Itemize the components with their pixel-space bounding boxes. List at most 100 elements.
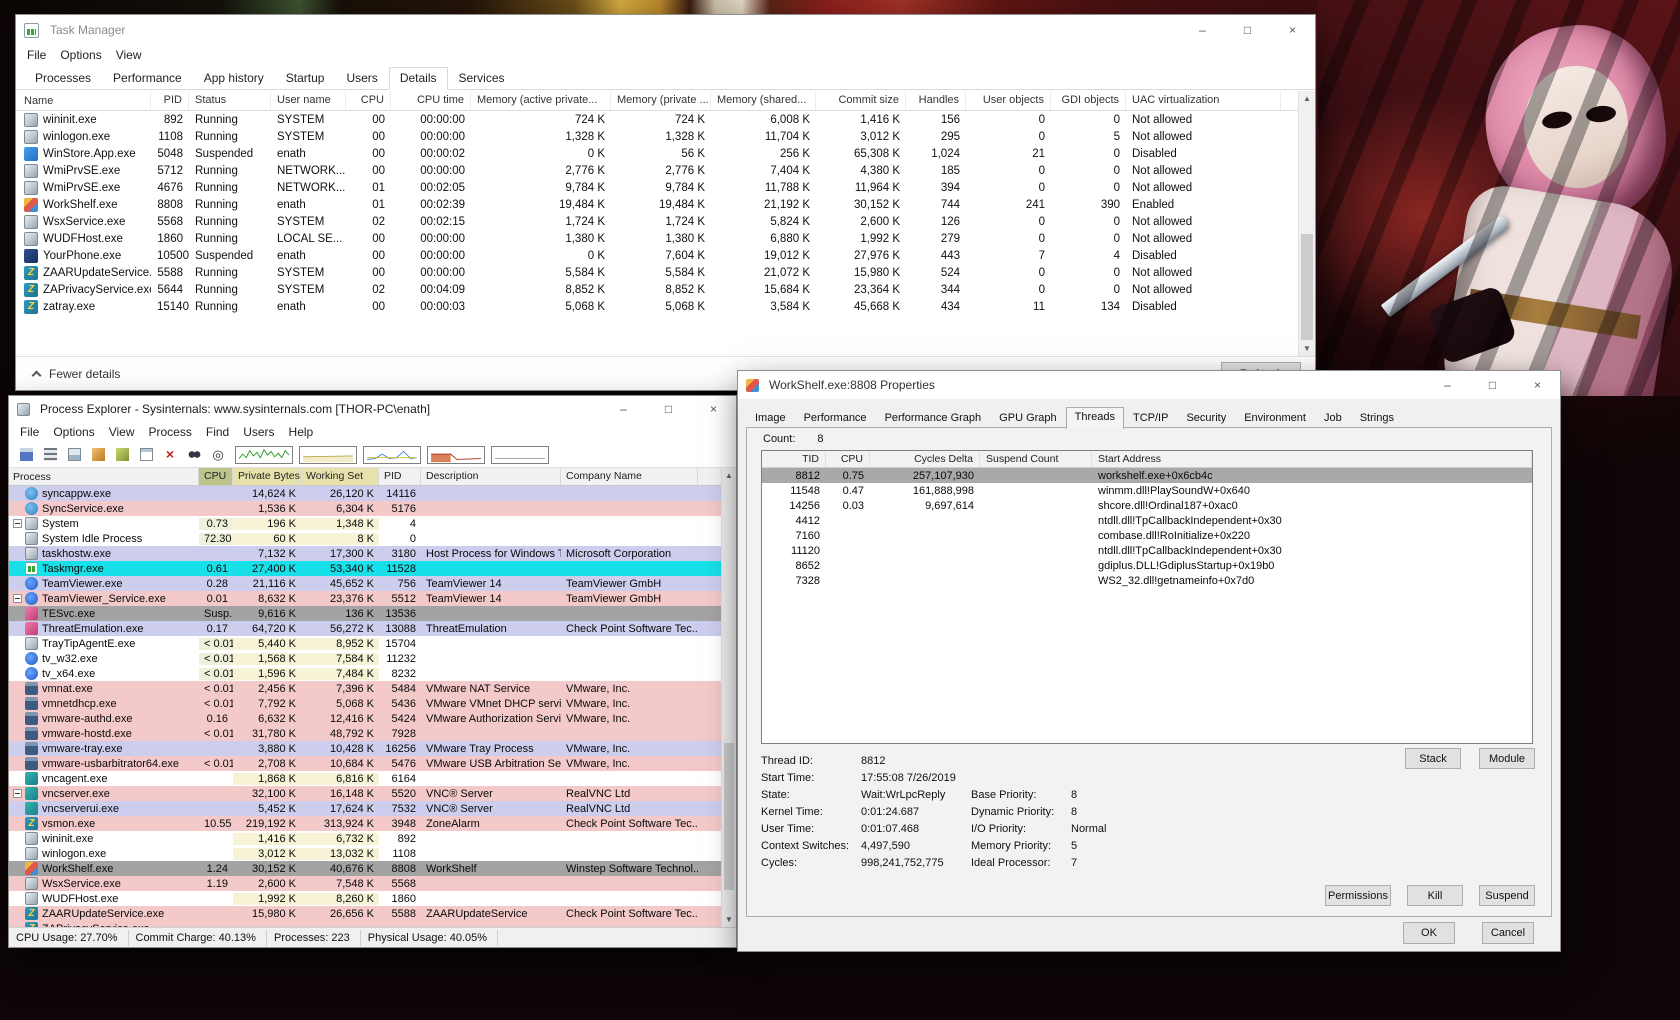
commit-history-graph[interactable] (299, 446, 357, 464)
table-row[interactable]: WmiPrvSE.exe 5712 Running NETWORK... 00 … (16, 162, 1315, 179)
menu-item[interactable]: Options (53, 46, 108, 64)
column-header-suspend-count[interactable]: Suspend Count (980, 451, 1092, 468)
column-header-status[interactable]: Status (189, 91, 271, 110)
column-header-name[interactable]: Name (16, 91, 151, 110)
column-header-cpu[interactable]: CPU (199, 468, 233, 486)
column-header-memory-active-private[interactable]: Memory (active private... (471, 91, 611, 110)
table-row[interactable]: ThreatEmulation.exe 0.17 64,720 K 56,272… (9, 621, 736, 636)
table-row[interactable]: vmnat.exe < 0.01 2,456 K 7,396 K 5484 VM… (9, 681, 736, 696)
view-handles-icon[interactable] (111, 445, 133, 465)
table-row[interactable]: tv_x64.exe < 0.01 1,596 K 7,484 K 8232 (9, 666, 736, 681)
column-header-uac-virtualization[interactable]: UAC virtualization (1126, 91, 1281, 110)
titlebar[interactable]: Task Manager – □ × (16, 15, 1315, 45)
table-row[interactable]: WsxService.exe 1.19 2,600 K 7,548 K 5568 (9, 876, 736, 891)
tree-toggle[interactable] (13, 594, 22, 603)
table-row[interactable]: System 0.73 196 K 1,348 K 4 (9, 516, 736, 531)
minimize-button[interactable]: – (1425, 371, 1470, 399)
table-row[interactable]: wininit.exe 1,416 K 6,732 K 892 (9, 831, 736, 846)
minimize-button[interactable]: – (601, 396, 646, 422)
column-header-cpu-time[interactable]: CPU time (391, 91, 471, 110)
scroll-thumb[interactable] (1301, 234, 1313, 340)
scroll-down-arrow[interactable]: ▼ (722, 912, 736, 927)
table-row[interactable]: vncagent.exe 1,868 K 6,816 K 6164 (9, 771, 736, 786)
cpu-history-graph[interactable] (235, 446, 293, 464)
table-row[interactable]: WsxService.exe 5568 Running SYSTEM 02 00… (16, 213, 1315, 230)
maximize-button[interactable]: □ (1225, 15, 1270, 45)
column-header-pid[interactable]: PID (151, 91, 189, 110)
tree-toggle[interactable] (13, 789, 22, 798)
find-window-icon[interactable]: ◎ (207, 445, 229, 465)
close-button[interactable]: × (691, 396, 736, 422)
table-row[interactable]: tv_w32.exe < 0.01 1,568 K 7,584 K 11232 (9, 651, 736, 666)
save-icon[interactable] (15, 445, 37, 465)
kill-button[interactable]: Kill (1407, 885, 1463, 906)
close-button[interactable]: × (1515, 371, 1560, 399)
cancel-button[interactable]: Cancel (1482, 922, 1534, 944)
table-row[interactable]: WorkShelf.exe 1.24 30,152 K 40,676 K 880… (9, 861, 736, 876)
tab[interactable]: Strings (1351, 408, 1403, 428)
table-row[interactable]: vmware-tray.exe 3,880 K 10,428 K 16256 V… (9, 741, 736, 756)
table-row[interactable]: vmnetdhcp.exe < 0.01 7,792 K 5,068 K 543… (9, 696, 736, 711)
scroll-up-arrow[interactable]: ▲ (1299, 91, 1315, 106)
table-row[interactable]: winlogon.exe 1108 Running SYSTEM 00 00:0… (16, 128, 1315, 145)
column-header-user-objects[interactable]: User objects (966, 91, 1051, 110)
io-history-graph[interactable] (363, 446, 421, 464)
column-header-private-bytes[interactable]: Private Bytes (233, 468, 301, 486)
vertical-scrollbar[interactable]: ▲ ▼ (721, 468, 736, 927)
column-header-gdi-objects[interactable]: GDI objects (1051, 91, 1126, 110)
table-row[interactable]: taskhostw.exe 7,132 K 17,300 K 3180 Host… (9, 546, 736, 561)
tab[interactable]: Startup (275, 67, 336, 90)
tab[interactable]: Services (448, 67, 516, 90)
tab[interactable]: Performance Graph (876, 408, 991, 428)
table-row[interactable]: zatray.exe 15140 Running enath 00 00:00:… (16, 298, 1315, 315)
tab[interactable]: Details (389, 67, 448, 90)
tab[interactable]: Processes (24, 67, 102, 90)
tab[interactable]: Users (335, 67, 388, 90)
column-header-memory-private[interactable]: Memory (private ... (611, 91, 711, 110)
scroll-thumb[interactable] (724, 743, 734, 890)
thread-row[interactable]: 8812 0.75 257,107,930 workshelf.exe+0x6c… (762, 468, 1532, 483)
network-history-graph[interactable] (427, 446, 485, 464)
menu-item[interactable]: Help (282, 423, 321, 441)
menu-item[interactable]: View (102, 423, 142, 441)
column-header-handles[interactable]: Handles (906, 91, 966, 110)
scroll-down-arrow[interactable]: ▼ (1299, 341, 1315, 356)
tab[interactable]: App history (193, 67, 275, 90)
tab[interactable]: GPU Graph (990, 408, 1065, 428)
maximize-button[interactable]: □ (646, 396, 691, 422)
menu-item[interactable]: File (20, 46, 53, 64)
table-row[interactable]: vmware-hostd.exe < 0.01 31,780 K 48,792 … (9, 726, 736, 741)
thread-row[interactable]: 7160 combase.dll!RoInitialize+0x220 (762, 528, 1532, 543)
show-lower-pane-icon[interactable] (63, 445, 85, 465)
tab[interactable]: Security (1177, 408, 1235, 428)
table-row[interactable]: Taskmgr.exe 0.61 27,400 K 53,340 K 11528 (9, 561, 736, 576)
menu-item[interactable]: File (13, 423, 46, 441)
tree-toggle[interactable] (13, 519, 22, 528)
table-row[interactable]: YourPhone.exe 10500 Suspended enath 00 0… (16, 247, 1315, 264)
table-row[interactable]: TeamViewer_Service.exe 0.01 8,632 K 23,3… (9, 591, 736, 606)
tab[interactable]: Job (1315, 408, 1351, 428)
titlebar[interactable]: WorkShelf.exe:8808 Properties – □ × (738, 371, 1560, 399)
tab[interactable]: Performance (102, 67, 193, 90)
table-row[interactable]: TrayTipAgentE.exe < 0.01 5,440 K 8,952 K… (9, 636, 736, 651)
table-row[interactable]: WUDFHost.exe 1,992 K 8,260 K 1860 (9, 891, 736, 906)
table-row[interactable]: WinStore.App.exe 5048 Suspended enath 00… (16, 145, 1315, 162)
tab[interactable]: Threads (1066, 407, 1124, 429)
close-button[interactable]: × (1270, 15, 1315, 45)
column-header-cpu[interactable]: CPU (346, 91, 391, 110)
properties-icon[interactable] (135, 445, 157, 465)
table-row[interactable]: winlogon.exe 3,012 K 13,032 K 1108 (9, 846, 736, 861)
thread-row[interactable]: 4412 ntdll.dll!TpCallbackIndependent+0x3… (762, 513, 1532, 528)
column-header-description[interactable]: Description (421, 468, 561, 486)
table-row[interactable]: ZAARUpdateService.exe 15,980 K 26,656 K … (9, 906, 736, 921)
menu-item[interactable]: Options (46, 423, 101, 441)
table-row[interactable]: vncserverui.exe 5,452 K 17,624 K 7532 VN… (9, 801, 736, 816)
stack-button[interactable]: Stack (1405, 748, 1461, 769)
view-dlls-icon[interactable] (87, 445, 109, 465)
module-button[interactable]: Module (1479, 748, 1535, 769)
menu-item[interactable]: View (109, 46, 149, 64)
scroll-up-arrow[interactable]: ▲ (722, 468, 736, 483)
column-header-pid[interactable]: PID (379, 468, 421, 486)
disk-history-graph[interactable] (491, 446, 549, 464)
thread-row[interactable]: 11120 ntdll.dll!TpCallbackIndependent+0x… (762, 543, 1532, 558)
